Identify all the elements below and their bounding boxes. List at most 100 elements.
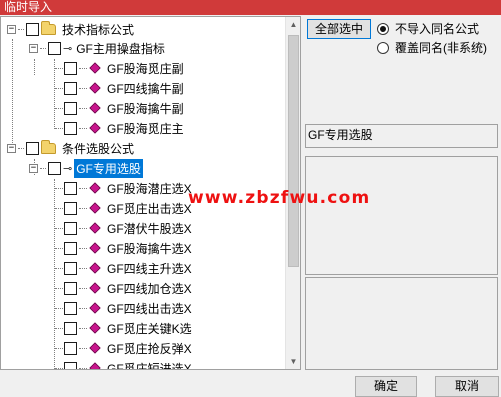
tree-line	[79, 227, 87, 229]
tree-node-formula[interactable]: GF觅庄关键K选	[55, 318, 194, 338]
tree-line	[55, 247, 63, 249]
tree-node-formula[interactable]: GF觅庄出击选X	[55, 198, 194, 218]
ok-button[interactable]: 确定	[355, 376, 417, 397]
tree-node-formula[interactable]: GF四线出击选X	[55, 298, 194, 318]
node-checkbox[interactable]	[64, 301, 77, 315]
tree-node-gf-selection[interactable]: − ⊸ GF专用选股	[29, 158, 143, 178]
radio-overwrite-duplicates[interactable]: 覆盖同名(非系统)	[377, 39, 487, 56]
tree-line	[40, 47, 46, 49]
diamond-formula-icon	[89, 282, 101, 294]
radio-skip-duplicates[interactable]: 不导入同名公式	[377, 20, 479, 37]
tree-node-formula[interactable]: GF四线主升选X	[55, 258, 194, 278]
diamond-formula-icon	[89, 362, 101, 369]
tree-node-label: GF四线加仓选X	[107, 281, 192, 296]
radio-label: 覆盖同名(非系统)	[395, 41, 487, 55]
tree-line	[55, 187, 63, 189]
tree-node-formula[interactable]: GF股海觅庄副	[55, 58, 186, 78]
node-checkbox[interactable]	[64, 61, 77, 75]
tree-node-gf-main-indicator[interactable]: − ⊸ GF主用操盘指标	[29, 38, 167, 58]
node-checkbox[interactable]	[64, 321, 77, 335]
tree-node-formula[interactable]: GF股海潜庄选X	[55, 178, 194, 198]
diamond-formula-icon	[89, 122, 101, 134]
node-checkbox[interactable]	[64, 121, 77, 135]
tree-node-label: GF四线主升选X	[107, 261, 192, 276]
radio-indicator[interactable]	[377, 41, 389, 54]
scroll-down-arrow-icon[interactable]: ▼	[286, 354, 300, 369]
node-checkbox[interactable]	[64, 181, 77, 195]
tree-line	[55, 107, 63, 109]
watermark-text: www.zbzfwu.com	[188, 188, 371, 208]
window-title: 临时导入	[0, 0, 501, 15]
tree-node-label: GF潜伏牛股选X	[107, 221, 192, 236]
tree-node-label: GF股海擒牛选X	[107, 241, 192, 256]
tree-node-formula[interactable]: GF四线擒牛副	[55, 78, 186, 98]
node-checkbox[interactable]	[26, 22, 39, 36]
tree-node-stock-selection[interactable]: − 条件选股公式	[7, 138, 136, 158]
tree-connector	[34, 59, 35, 75]
node-checkbox[interactable]	[64, 261, 77, 275]
tree-node-label-selected: GF专用选股	[74, 158, 143, 178]
tree-line	[79, 187, 87, 189]
tree-node-label: GF股海觅庄主	[107, 121, 184, 136]
tree-line	[18, 147, 24, 149]
tree-line	[79, 347, 87, 349]
scroll-up-arrow-icon[interactable]: ▲	[286, 17, 300, 32]
tree-node-formula[interactable]: GF股海擒牛选X	[55, 238, 194, 258]
collapse-icon[interactable]: −	[7, 143, 16, 153]
node-checkbox[interactable]	[64, 361, 77, 369]
tree-node-formula[interactable]: GF潜伏牛股选X	[55, 218, 194, 238]
dialog-footer: 确定 取消	[0, 372, 501, 397]
folder-icon	[41, 139, 56, 154]
node-checkbox[interactable]	[64, 81, 77, 95]
node-checkbox[interactable]	[48, 161, 61, 175]
tree-line	[55, 347, 63, 349]
tree-line	[55, 307, 63, 309]
tree-line	[55, 127, 63, 129]
tree-node-formula[interactable]: GF股海觅庄主	[55, 118, 186, 138]
tree-node-label: GF觅庄短进选X	[107, 361, 192, 370]
formula-detail-box[interactable]	[305, 277, 498, 370]
tree-node-label: GF四线出击选X	[107, 301, 192, 316]
node-checkbox[interactable]	[48, 41, 61, 55]
select-all-button[interactable]: 全部选中	[307, 19, 371, 39]
node-checkbox[interactable]	[26, 141, 39, 155]
tree-line	[55, 367, 63, 369]
node-checkbox[interactable]	[64, 101, 77, 115]
selected-formula-name: GF专用选股	[305, 124, 498, 148]
radio-label: 不导入同名公式	[395, 22, 480, 36]
tree-connector	[12, 39, 13, 149]
tree-line	[79, 267, 87, 269]
tree-node-formula[interactable]: GF四线加仓选X	[55, 278, 194, 298]
tree-node-formula[interactable]: GF股海擒牛副	[55, 98, 186, 118]
tree-node-label: 条件选股公式	[62, 141, 135, 156]
tree-line	[79, 287, 87, 289]
scrollbar-thumb[interactable]	[288, 35, 299, 267]
node-checkbox[interactable]	[64, 241, 77, 255]
tree-line	[79, 367, 87, 369]
formula-description-box[interactable]	[305, 156, 498, 275]
collapse-icon[interactable]: −	[29, 43, 38, 53]
tree-line	[55, 227, 63, 229]
diamond-formula-icon	[89, 102, 101, 114]
diamond-formula-icon	[89, 302, 101, 314]
radio-indicator[interactable]	[377, 22, 389, 35]
key-icon: ⊸	[63, 161, 73, 175]
collapse-icon[interactable]: −	[29, 163, 38, 173]
tree-line	[79, 307, 87, 309]
node-checkbox[interactable]	[64, 281, 77, 295]
collapse-icon[interactable]: −	[7, 24, 16, 34]
tree-node-tech-indicators[interactable]: − 技术指标公式	[7, 19, 136, 39]
tree-node-formula[interactable]: GF觅庄短进选X	[55, 358, 194, 370]
node-checkbox[interactable]	[64, 221, 77, 235]
tree-node-formula[interactable]: GF觅庄抢反弹X	[55, 338, 194, 358]
diamond-formula-icon	[89, 62, 101, 74]
tree-node-label: GF主用操盘指标	[76, 41, 165, 56]
node-checkbox[interactable]	[64, 341, 77, 355]
tree-line	[18, 28, 24, 30]
node-checkbox[interactable]	[64, 201, 77, 215]
tree-line	[79, 207, 87, 209]
cancel-button[interactable]: 取消	[435, 376, 499, 397]
diamond-formula-icon	[89, 222, 101, 234]
diamond-formula-icon	[89, 242, 101, 254]
tree-line	[79, 87, 87, 89]
